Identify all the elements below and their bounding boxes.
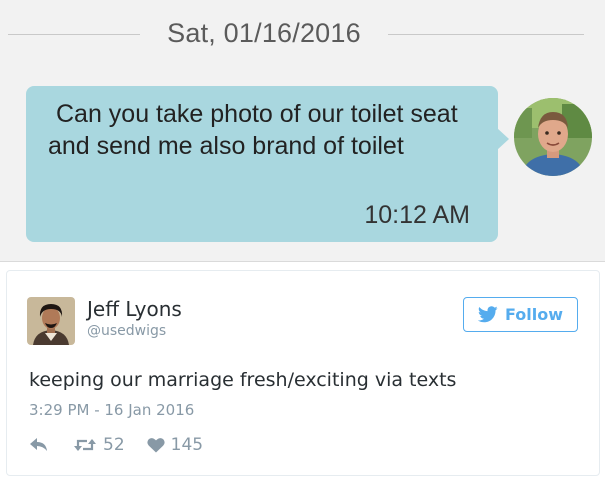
conversation-date: Sat, 01/16/2016: [167, 18, 361, 48]
sms-screenshot: Sat, 01/16/2016 Can you take photo of ou…: [0, 0, 605, 262]
date-divider-right: [388, 34, 584, 35]
retweet-icon: [74, 439, 96, 451]
tweet-actions: 52 145: [29, 433, 203, 457]
message-text: Can you take photo of our toilet seat an…: [48, 100, 458, 160]
reply-icon: [30, 438, 47, 451]
twitter-bird-icon: [477, 306, 498, 323]
reply-button[interactable]: [29, 437, 49, 453]
tweet-timestamp[interactable]: 3:29 PM - 16 Jan 2016: [29, 401, 194, 419]
tweet-card: Jeff Lyons @usedwigs Follow keeping our …: [6, 270, 600, 476]
person-photo-avatar-icon: [514, 98, 592, 176]
date-separator: Sat, 01/16/2016: [0, 14, 605, 58]
author-handle[interactable]: @usedwigs: [87, 323, 166, 339]
like-count: 145: [170, 435, 204, 455]
heart-icon: [147, 438, 165, 453]
message-time: 10:12 AM: [364, 201, 470, 229]
message-bubble[interactable]: Can you take photo of our toilet seat an…: [26, 86, 509, 242]
follow-label: Follow: [504, 305, 563, 324]
author-avatar[interactable]: [27, 297, 75, 345]
like-button[interactable]: 145: [147, 435, 203, 455]
tweet-text: keeping our marriage fresh/exciting via …: [29, 369, 457, 391]
date-divider-left: [8, 34, 140, 35]
author-photo-icon: [27, 297, 75, 345]
sender-avatar[interactable]: [514, 98, 592, 176]
author-name[interactable]: Jeff Lyons: [87, 297, 182, 321]
retweet-button[interactable]: 52: [73, 435, 125, 455]
follow-button[interactable]: Follow: [463, 297, 578, 332]
retweet-count: 52: [103, 435, 125, 455]
